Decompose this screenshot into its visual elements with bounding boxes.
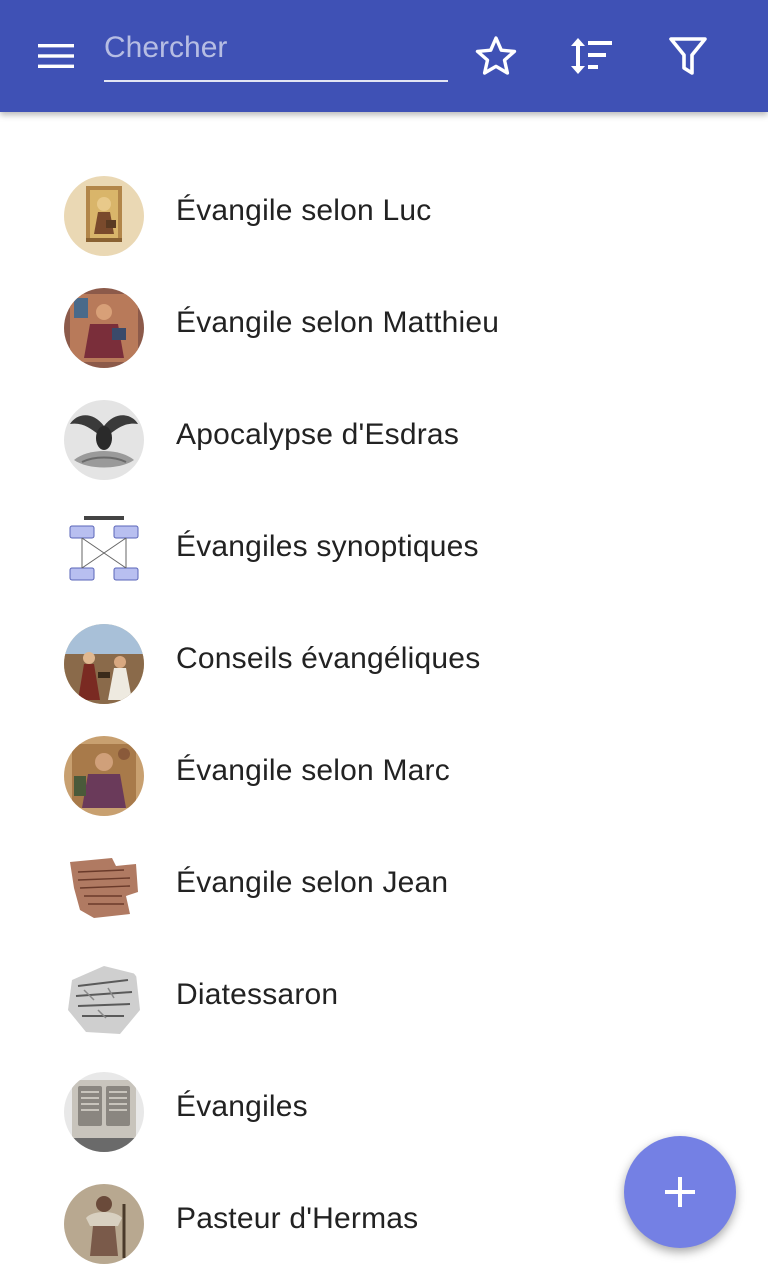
item-title: Évangiles synoptiques: [176, 530, 479, 563]
illuminated-manuscript-thumbnail: [64, 176, 144, 256]
favorites-button[interactable]: [464, 24, 528, 88]
stone-tablet-thumbnail: [64, 1072, 144, 1152]
article-list: Évangile selon Luc Évangile selon Matthi…: [0, 160, 768, 1280]
list-item[interactable]: Évangile selon Matthieu: [0, 272, 768, 384]
search-input[interactable]: [104, 22, 448, 74]
star-icon: [475, 36, 517, 75]
item-title: Apocalypse d'Esdras: [176, 418, 460, 451]
item-title: Pasteur d'Hermas: [176, 1202, 419, 1235]
list-item[interactable]: Conseils évangéliques: [0, 608, 768, 720]
hamburger-menu-icon: [38, 44, 74, 68]
item-title: Évangile selon Matthieu: [176, 306, 500, 339]
app-bar: [0, 0, 768, 112]
item-title: Évangile selon Jean: [176, 866, 449, 899]
list-item[interactable]: Évangile selon Marc: [0, 720, 768, 832]
item-title: Évangiles: [176, 1090, 308, 1123]
item-title: Évangile selon Luc: [176, 194, 432, 227]
illuminated-manuscript-thumbnail: [64, 736, 144, 816]
illuminated-manuscript-thumbnail: [64, 288, 144, 368]
plus-icon: [665, 1177, 695, 1207]
list-item[interactable]: Évangile selon Jean: [0, 832, 768, 944]
sort-icon: [571, 38, 612, 74]
eagle-engraving-thumbnail: [64, 400, 144, 480]
list-item[interactable]: Évangiles synoptiques: [0, 496, 768, 608]
sort-button[interactable]: [560, 24, 624, 88]
list-item[interactable]: Apocalypse d'Esdras: [0, 384, 768, 496]
list-item[interactable]: Diatessaron: [0, 944, 768, 1056]
papyrus-fragment-thumbnail: [64, 848, 144, 928]
search-field: [104, 22, 448, 82]
filter-icon: [669, 37, 707, 75]
synoptic-diagram-thumbnail: [64, 512, 144, 592]
item-title: Diatessaron: [176, 978, 339, 1011]
item-title: Évangile selon Marc: [176, 754, 450, 787]
list-item[interactable]: Évangile selon Luc: [0, 160, 768, 272]
add-button[interactable]: [624, 1136, 736, 1248]
religious-painting-thumbnail: [64, 624, 144, 704]
filter-button[interactable]: [656, 24, 720, 88]
shepherd-fresco-thumbnail: [64, 1184, 144, 1264]
item-title: Conseils évangéliques: [176, 642, 481, 675]
manuscript-fragment-thumbnail: [64, 960, 144, 1040]
menu-button[interactable]: [24, 24, 88, 88]
